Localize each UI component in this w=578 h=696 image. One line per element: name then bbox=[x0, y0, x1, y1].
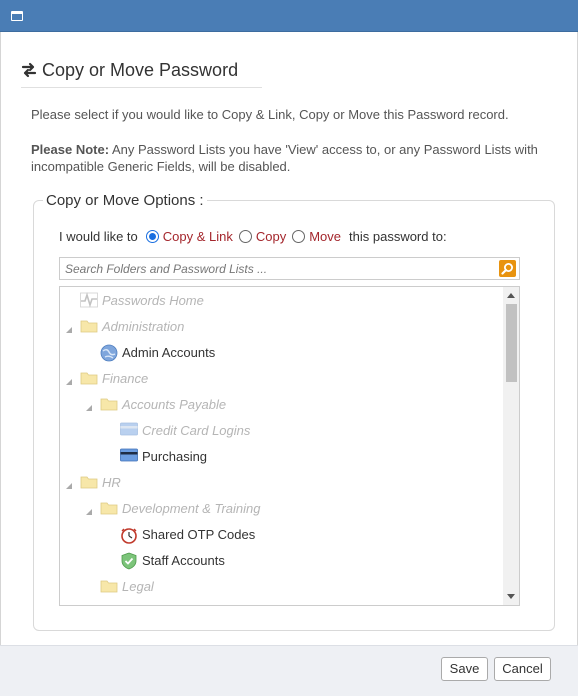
option-label[interactable]: Move bbox=[309, 229, 341, 244]
option-copy-link[interactable]: Copy & Link bbox=[145, 229, 233, 244]
tree-item-label: Legal bbox=[122, 578, 154, 594]
tree-item-label[interactable]: Staff Accounts bbox=[142, 553, 225, 568]
credit-card-icon bbox=[120, 422, 138, 438]
folder-icon bbox=[80, 604, 98, 605]
option-label[interactable]: Copy & Link bbox=[163, 229, 233, 244]
pulse-icon bbox=[80, 292, 98, 308]
tree-item-label: HR bbox=[102, 474, 121, 490]
option-label[interactable]: Copy bbox=[256, 229, 286, 244]
tree-item[interactable]: Purchasing bbox=[120, 446, 207, 466]
scroll-down-arrow[interactable] bbox=[507, 594, 515, 599]
copy-radio[interactable] bbox=[238, 229, 252, 243]
tree-item-label: Passwords Home bbox=[102, 292, 204, 308]
tree-item-label: Administration bbox=[102, 318, 185, 334]
window-icon bbox=[11, 11, 23, 21]
options-prefix: I would like to bbox=[59, 228, 138, 244]
folder-icon bbox=[80, 474, 98, 490]
tree-scrollbar[interactable] bbox=[503, 287, 519, 605]
expand-arrow-icon[interactable] bbox=[86, 400, 93, 415]
options-suffix: this password to: bbox=[349, 228, 447, 244]
tree-item-label[interactable]: Shared OTP Codes bbox=[142, 527, 255, 542]
expand-arrow-icon[interactable] bbox=[66, 478, 73, 493]
expand-arrow-icon[interactable] bbox=[86, 504, 93, 519]
tree-item[interactable]: Admin Accounts bbox=[100, 342, 215, 362]
scroll-thumb[interactable] bbox=[506, 304, 517, 382]
tree-item: Legal bbox=[100, 576, 154, 596]
folder-tree: Passwords Home Administration Admin Accoun… bbox=[59, 286, 520, 606]
tree-item-label[interactable]: Purchasing bbox=[142, 449, 207, 464]
search-icon bbox=[501, 263, 513, 275]
note-text: Please Note: Any Password Lists you have… bbox=[31, 141, 541, 175]
dialog-footer bbox=[0, 645, 578, 696]
move-radio[interactable] bbox=[292, 229, 306, 243]
options-legend: Copy or Move Options : bbox=[43, 192, 207, 209]
tree-item: Finance bbox=[66, 368, 149, 388]
copy-move-options: I would like to Copy & Link Copy Move th… bbox=[59, 227, 447, 245]
tree-item: Credit Card Logins bbox=[120, 420, 250, 440]
globe-icon bbox=[100, 344, 118, 362]
scroll-up-arrow[interactable] bbox=[507, 293, 515, 298]
tree-item-label: Credit Card Logins bbox=[142, 422, 251, 438]
folder-icon bbox=[100, 500, 118, 516]
search-button[interactable] bbox=[499, 260, 516, 277]
expand-arrow-icon[interactable] bbox=[66, 322, 73, 337]
tree-item: Passwords Home bbox=[80, 290, 204, 310]
folder-icon bbox=[80, 370, 98, 386]
dialog-heading: Copy or Move Password bbox=[21, 60, 262, 88]
tree-item: Development & Training bbox=[86, 498, 261, 518]
swap-arrows-icon bbox=[21, 62, 37, 78]
option-copy[interactable]: Copy bbox=[238, 229, 286, 244]
cancel-button[interactable]: Cancel bbox=[494, 657, 551, 681]
tree-item: Accounts Payable bbox=[86, 394, 227, 414]
window-titlebar bbox=[0, 0, 578, 32]
tree-item: Administration bbox=[66, 316, 185, 336]
tree-item[interactable]: Shared OTP Codes bbox=[120, 524, 255, 544]
tree-item-label[interactable]: Admin Accounts bbox=[122, 345, 215, 360]
folder-icon bbox=[80, 318, 98, 334]
tree-item[interactable]: Staff Accounts bbox=[120, 550, 225, 570]
tree-item-partial bbox=[80, 602, 98, 605]
tree-item: HR bbox=[66, 472, 121, 492]
search-input[interactable] bbox=[60, 258, 496, 279]
option-move[interactable]: Move bbox=[292, 229, 341, 244]
tree-item-label: Finance bbox=[102, 370, 149, 386]
folder-icon bbox=[100, 396, 118, 412]
tree-item-label: Development & Training bbox=[122, 500, 261, 516]
note-bold-label: Please Note: bbox=[31, 142, 110, 157]
credit-card-icon bbox=[120, 448, 138, 464]
tree-item-label: Accounts Payable bbox=[122, 396, 227, 412]
intro-text: Please select if you would like to Copy … bbox=[31, 107, 509, 122]
shield-check-icon bbox=[120, 552, 138, 570]
save-button[interactable]: Save bbox=[441, 657, 488, 681]
folder-icon bbox=[100, 578, 118, 594]
copy-link-radio[interactable] bbox=[145, 229, 159, 243]
expand-arrow-icon[interactable] bbox=[66, 374, 73, 389]
search-box bbox=[59, 257, 520, 280]
clock-icon bbox=[120, 526, 138, 544]
page-title: Copy or Move Password bbox=[42, 60, 239, 80]
